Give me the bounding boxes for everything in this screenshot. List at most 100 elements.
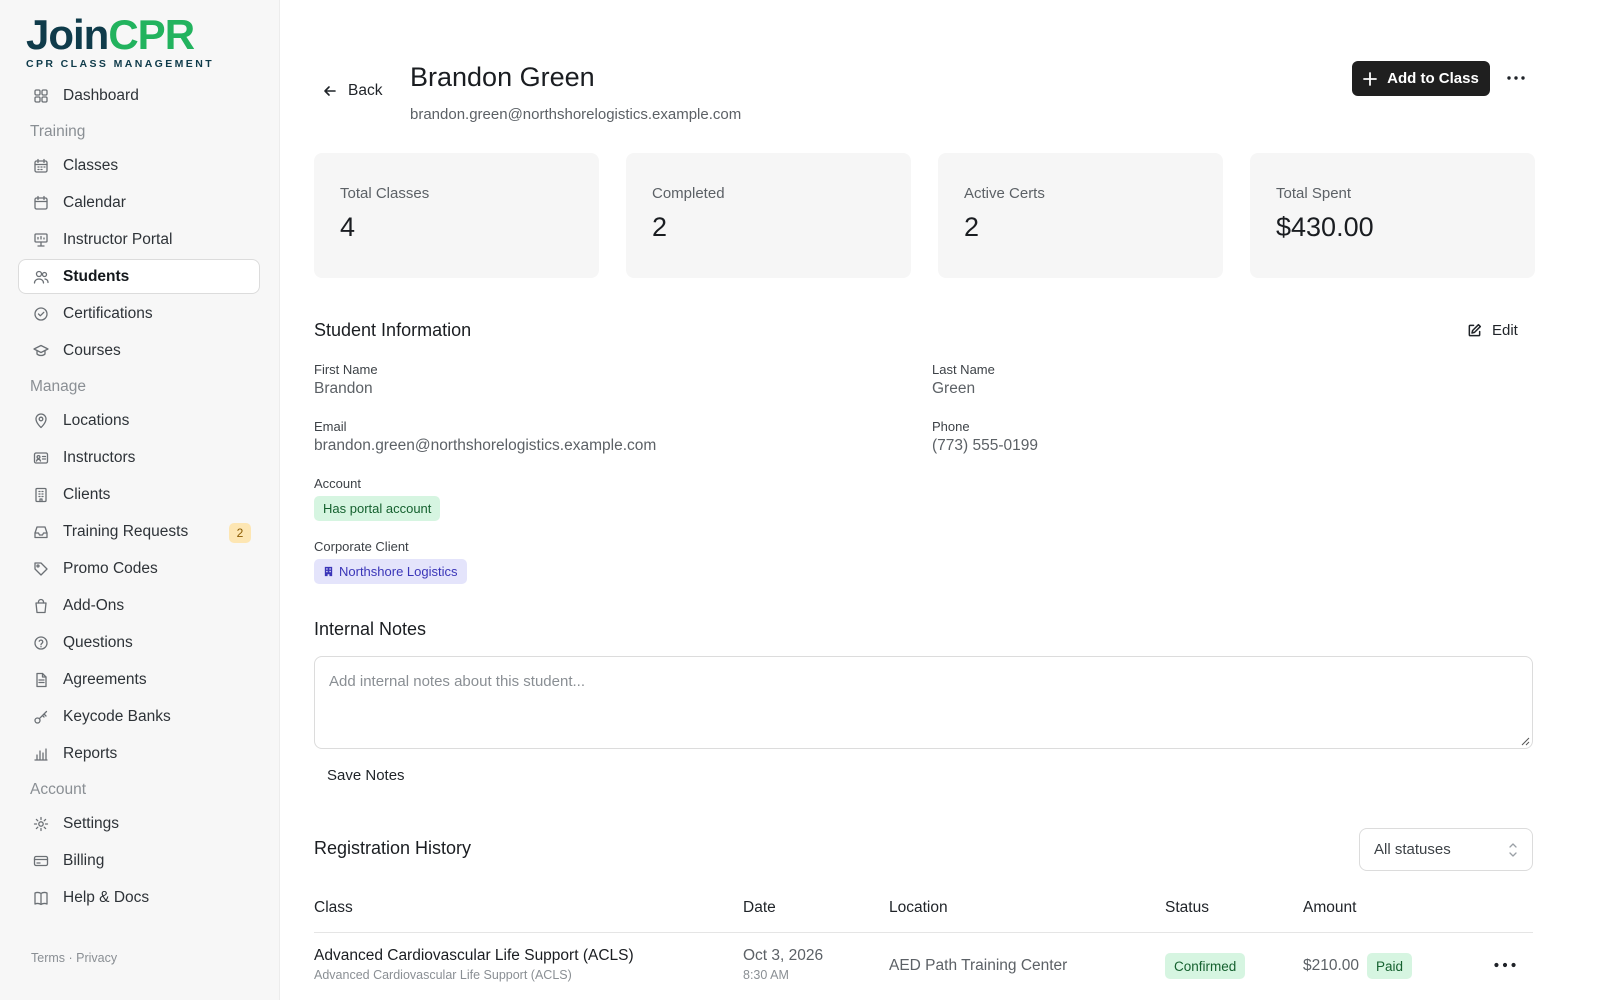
sidebar-item-students[interactable]: Students (18, 259, 260, 294)
sidebar-item-settings[interactable]: Settings (18, 806, 260, 841)
sidebar-footer-links[interactable]: Terms · Privacy (31, 951, 117, 965)
sidebar-item-label: Add-Ons (63, 596, 125, 614)
presentation-icon (33, 232, 49, 248)
payment-badge: Paid (1367, 953, 1413, 979)
building-icon (33, 487, 49, 503)
calendar-grid-icon (33, 158, 49, 174)
sidebar-item-instructor-portal[interactable]: Instructor Portal (18, 222, 260, 257)
sidebar-item-dashboard[interactable]: Dashboard (18, 78, 260, 113)
sidebar-item-keycode-banks[interactable]: Keycode Banks (18, 699, 260, 734)
sidebar-item-courses[interactable]: Courses (18, 333, 260, 368)
grid-icon (33, 88, 49, 104)
sidebar-item-label: Questions (63, 633, 133, 651)
sidebar-item-certifications[interactable]: Certifications (18, 296, 260, 331)
first-name-field: First Name Brandon (314, 362, 378, 397)
stat-card-active-certs: Active Certs 2 (938, 153, 1223, 278)
row-time: 8:30 AM (743, 968, 789, 982)
internal-notes-heading: Internal Notes (314, 619, 427, 639)
sidebar-section-training: Training (30, 122, 86, 140)
sidebar-item-clients[interactable]: Clients (18, 477, 260, 512)
column-header-amount[interactable]: Amount (1303, 899, 1356, 917)
sidebar-item-help-docs[interactable]: Help & Docs (18, 880, 260, 915)
sidebar-item-label: Students (63, 267, 130, 285)
id-card-icon (33, 450, 49, 466)
inbox-icon (33, 524, 49, 540)
phone-field: Phone (773) 555-0199 (932, 419, 1038, 454)
row-location: AED Path Training Center (889, 957, 1068, 974)
internal-notes-textarea[interactable]: Add internal notes about this student... (314, 656, 1533, 749)
help-circle-icon (33, 635, 49, 651)
sidebar-item-classes[interactable]: Classes (18, 148, 260, 183)
column-header-status[interactable]: Status (1165, 899, 1209, 917)
corporate-client-field: Corporate Client Northshore Logistics (314, 539, 467, 584)
sidebar-item-billing[interactable]: Billing (18, 843, 260, 878)
sidebar-item-training-requests[interactable]: Training Requests 2 (18, 514, 260, 549)
sidebar-item-questions[interactable]: Questions (18, 625, 260, 660)
sidebar-item-label: Keycode Banks (63, 707, 171, 725)
sidebar-item-add-ons[interactable]: Add-Ons (18, 588, 260, 623)
count-badge: 2 (229, 523, 251, 543)
stat-card-total-classes: Total Classes 4 (314, 153, 599, 278)
sidebar-item-reports[interactable]: Reports (18, 736, 260, 771)
sidebar-section-manage: Manage (30, 377, 87, 395)
bar-chart-icon (33, 746, 49, 762)
row-amount: $210.00 (1303, 957, 1360, 974)
shopping-bag-icon (33, 598, 49, 614)
column-header-class[interactable]: Class (314, 899, 353, 917)
book-icon (33, 890, 49, 906)
calendar-icon (33, 195, 49, 211)
credit-card-icon (33, 853, 49, 869)
row-class-name[interactable]: Advanced Cardiovascular Life Support (AC… (314, 947, 634, 965)
sidebar-item-label: Certifications (63, 304, 153, 322)
column-header-date[interactable]: Date (743, 899, 776, 917)
page-title: Brandon Green (410, 62, 595, 92)
more-horizontal-icon (1507, 76, 1525, 80)
users-icon (33, 269, 49, 285)
sidebar-item-label: Training Requests (63, 522, 189, 540)
account-field: Account Has portal account (314, 476, 441, 521)
sidebar-item-promo-codes[interactable]: Promo Codes (18, 551, 260, 586)
sidebar-item-instructors[interactable]: Instructors (18, 440, 260, 475)
stat-card-completed: Completed 2 (626, 153, 911, 278)
column-header-location[interactable]: Location (889, 899, 948, 917)
edit-student-button[interactable]: Edit (1467, 322, 1518, 339)
last-name-field: Last Name Green (932, 362, 995, 397)
sidebar-item-agreements[interactable]: Agreements (18, 662, 260, 697)
status-filter-select[interactable]: All statuses (1359, 828, 1533, 871)
sidebar-item-label: Dashboard (63, 86, 139, 104)
save-notes-button[interactable]: Save Notes (327, 767, 405, 784)
sidebar-item-label: Instructor Portal (63, 230, 173, 248)
table-row[interactable]: Advanced Cardiovascular Life Support (AC… (314, 934, 1533, 1000)
sidebar-item-locations[interactable]: Locations (18, 403, 260, 438)
sidebar-item-label: Instructors (63, 448, 136, 466)
brand-logo[interactable]: JoinCPR CPR CLASS MANAGEMENT (26, 14, 214, 71)
tag-icon (33, 561, 49, 577)
back-button[interactable]: Back (322, 82, 382, 100)
status-badge: Confirmed (1165, 953, 1246, 979)
stat-card-total-spent: Total Spent $430.00 (1250, 153, 1535, 278)
page-subtitle-email: brandon.green@northshorelogistics.exampl… (410, 106, 742, 123)
sidebar-item-calendar[interactable]: Calendar (18, 185, 260, 220)
arrow-left-icon (324, 86, 336, 96)
sidebar-item-label: Calendar (63, 193, 126, 211)
registration-history-heading: Registration History (314, 838, 472, 858)
sidebar-nav: Dashboard Training Classes Calendar Instruct… (18, 78, 260, 917)
sidebar-item-label: Reports (63, 744, 118, 762)
row-more-icon[interactable] (1494, 960, 1516, 970)
plus-icon (1363, 71, 1378, 86)
student-info-heading: Student Information (314, 320, 472, 340)
resize-grip-icon[interactable] (1521, 737, 1530, 746)
sidebar: JoinCPR CPR CLASS MANAGEMENT Dashboard Tr… (0, 0, 280, 1000)
add-to-class-button[interactable]: Add to Class (1352, 61, 1490, 96)
sidebar-item-label: Help & Docs (63, 888, 150, 906)
row-class-subtitle: Advanced Cardiovascular Life Support (AC… (314, 968, 572, 982)
sidebar-item-label: Classes (63, 156, 119, 174)
portal-account-badge: Has portal account (314, 496, 441, 521)
map-pin-icon (33, 412, 49, 429)
corporate-client-badge[interactable]: Northshore Logistics (314, 559, 467, 584)
main-content: Back Brandon Green brandon.green@northsh… (314, 0, 1535, 1000)
more-actions-button[interactable] (1504, 68, 1528, 88)
file-text-icon (33, 672, 49, 688)
registrations-table-header: Class Date Location Status Amount (314, 898, 1533, 933)
graduation-cap-icon (33, 343, 49, 359)
